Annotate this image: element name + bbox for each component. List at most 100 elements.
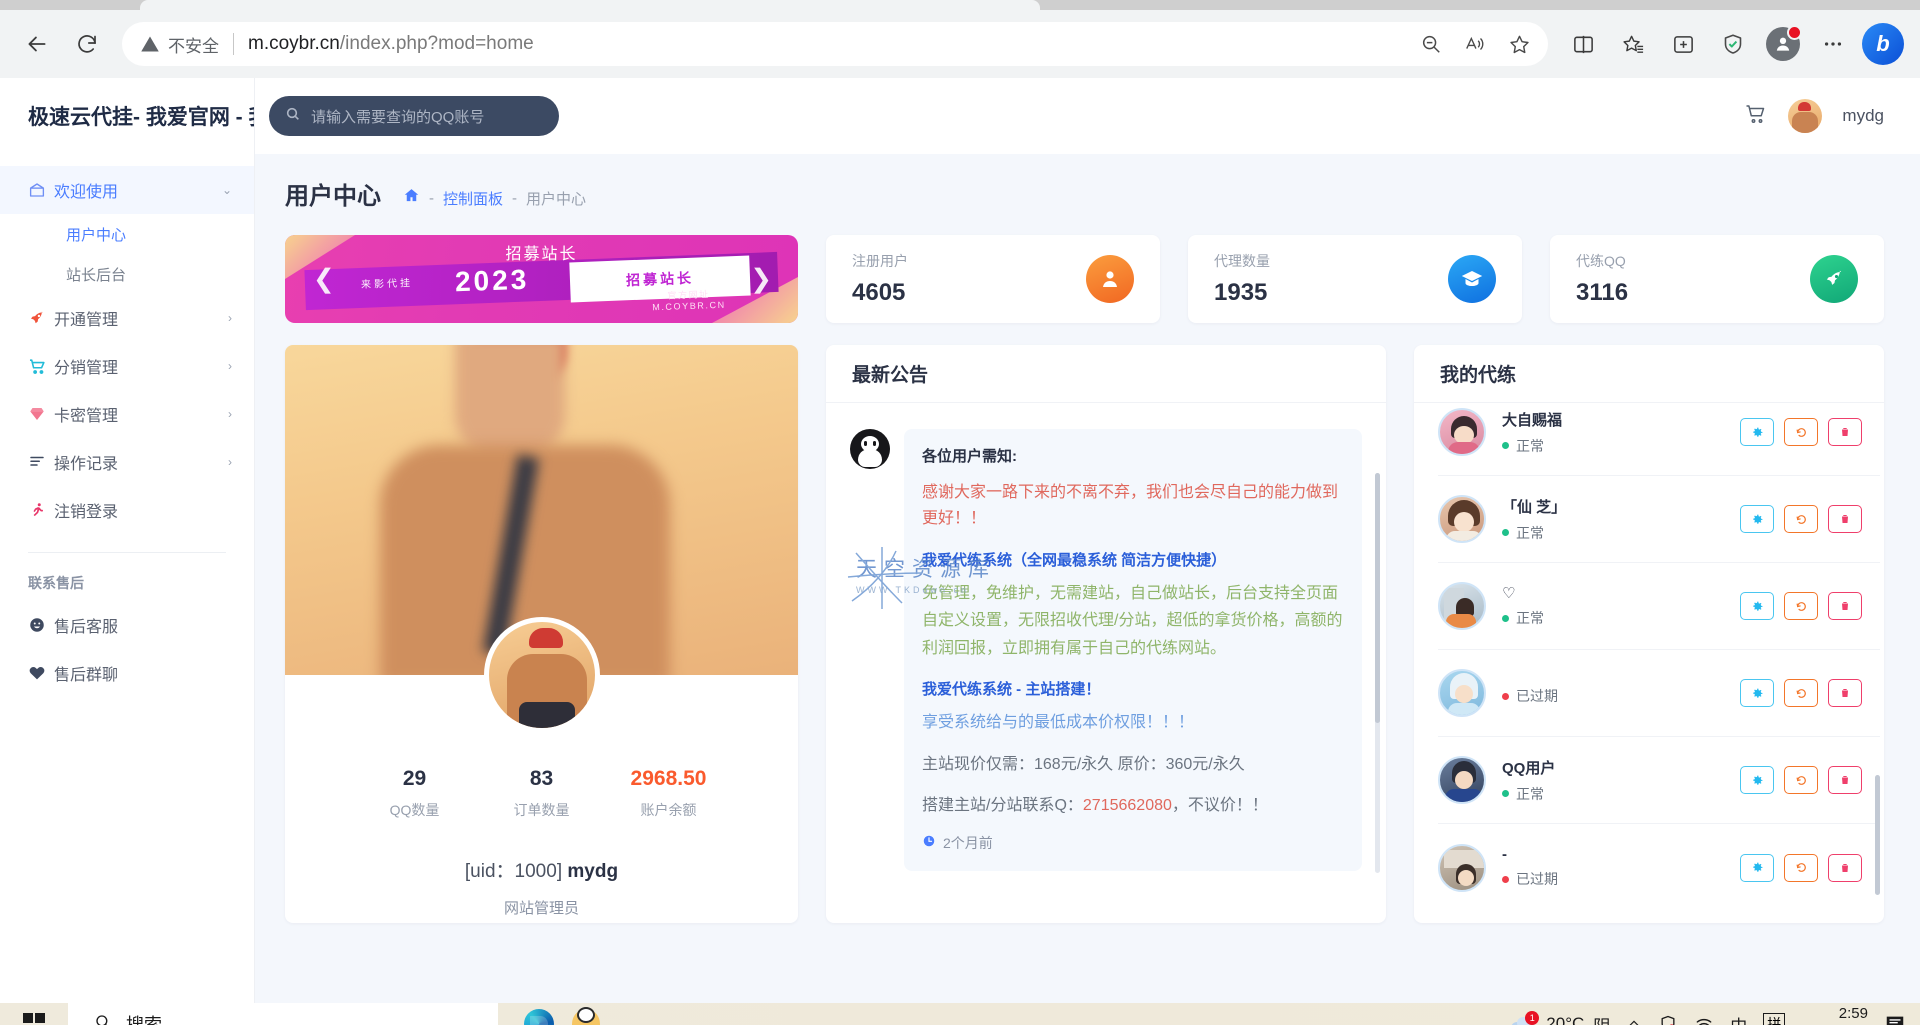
ime-mode-indicator[interactable]: 中 [1730,1012,1747,1025]
sidebar-item-support-service[interactable]: 售后客服 [0,601,254,649]
search-input[interactable]: 请输入需要查询的QQ账号 [311,106,484,127]
recruit-banner[interactable]: 招募站长 来影代挂 2023 招募站长 官方网址 M.COYBR.CN ❮ ❯ [285,235,798,323]
table-row[interactable]: 大自赐福 正常 [1438,389,1880,476]
gear-icon[interactable] [1740,766,1774,794]
url-host: m.coybr.cn [248,33,340,54]
active-tab[interactable] [140,0,1040,10]
trash-icon[interactable] [1828,766,1862,794]
address-bar[interactable]: 不安全 m.coybr.cn/index.php?mod=home [122,22,1548,66]
sidebar-subitem-label: 站长后台 [66,266,127,284]
reload-icon[interactable] [64,21,110,67]
banner-left-text: 来影代挂 [360,278,414,291]
zoom-out-icon[interactable] [1412,25,1450,63]
sidebar-item-label: 售后群聊 [54,667,119,684]
windows-start-icon[interactable] [0,1013,68,1025]
trainer-list-scrollbar[interactable] [1875,775,1880,895]
row-actions [1740,505,1862,533]
page-title: 用户中心 [285,183,381,210]
sidebar-subitem-user-center[interactable]: 用户中心 [0,214,254,254]
bing-icon[interactable]: b [1860,21,1906,67]
add-extension-icon[interactable] [1660,21,1706,67]
rocket-icon [1810,255,1858,303]
table-row[interactable]: QQ用户 正常 [1438,737,1880,824]
split-screen-icon[interactable] [1560,21,1606,67]
sidebar-item-welcome[interactable]: 欢迎使用 ⌄ [0,166,254,214]
weather-widget[interactable]: 1 20°C 阴 [1511,1011,1610,1025]
refresh-icon[interactable] [1784,592,1818,620]
table-row[interactable]: ♡ 正常 [1438,563,1880,650]
stat-label: 代理数量 [1214,253,1270,269]
table-row[interactable]: 已过期 [1438,650,1880,737]
network-icon[interactable] [1694,1014,1714,1025]
favorite-icon[interactable] [1500,25,1538,63]
profile-icon[interactable] [1760,21,1806,67]
gear-icon[interactable] [1740,418,1774,446]
announcement-time: 2个月前 [922,833,1344,853]
more-icon[interactable] [1810,21,1856,67]
url-text[interactable]: m.coybr.cn/index.php?mod=home [248,33,534,55]
profile-avatar[interactable] [483,617,600,733]
status-badge: 已过期 [1502,686,1724,706]
banner-prev-arrow-icon[interactable]: ❮ [313,264,335,295]
sidebar-subitem-admin-backend[interactable]: 站长后台 [0,254,254,294]
diamond-icon [28,405,54,423]
announcement-blue-text: 享受系统给与的最低成本价权限！！！ [922,714,1195,732]
refresh-icon[interactable] [1784,766,1818,794]
defender-icon[interactable] [1658,1014,1678,1025]
breadcrumb-item-dashboard[interactable]: 控制面板 [443,188,503,209]
refresh-icon[interactable] [1784,679,1818,707]
stat-card-registered-users: 注册用户 4605 [826,235,1160,323]
table-row[interactable]: 「仙 芝」 正常 [1438,476,1880,563]
gear-icon[interactable] [1740,679,1774,707]
gear-icon[interactable] [1740,592,1774,620]
ime-pinyin-indicator[interactable]: 拼 [1763,1013,1786,1025]
chevron-up-icon[interactable] [1626,1016,1642,1025]
cart-icon[interactable] [1744,102,1768,131]
cloud-icon: 1 [1511,1011,1540,1025]
breadcrumb-item-current: 用户中心 [526,190,587,208]
weather-badge: 1 [1525,1011,1540,1025]
sidebar-item-label: 欢迎使用 [54,184,119,201]
qq-icon[interactable] [572,1007,600,1025]
taskbar-clock[interactable]: 2:59 2023/9/22 [1801,1005,1868,1025]
refresh-icon[interactable] [1784,418,1818,446]
trash-icon[interactable] [1828,853,1862,882]
sidebar-item-activation[interactable]: 开通管理 › [0,294,254,342]
sidebar-item-support-group[interactable]: 售后群聊 [0,649,254,697]
announcement-scrollbar[interactable] [1375,473,1380,873]
avatar [1438,408,1486,456]
security-indicator[interactable]: 不安全 [140,32,219,57]
back-arrow-icon[interactable] [14,21,60,67]
gear-icon[interactable] [1740,505,1774,533]
sidebar-item-card-key[interactable]: 卡密管理 › [0,390,254,438]
collections-icon[interactable] [1610,21,1656,67]
uid-prefix: [uid： [464,861,515,882]
content-area: 请输入需要查询的QQ账号 mydg 用户中心 - 控制面板 - 用户中心 招募站… [255,78,1920,1003]
trash-icon[interactable] [1828,505,1862,533]
avatar [1438,582,1486,630]
trash-icon[interactable] [1828,418,1862,446]
trash-icon[interactable] [1828,679,1862,707]
trash-icon[interactable] [1828,592,1862,620]
weather-desc: 阴 [1593,1012,1610,1025]
taskbar-search[interactable]: 搜索 [68,1003,498,1025]
read-aloud-icon[interactable] [1456,25,1494,63]
sidebar-item-distribution[interactable]: 分销管理 › [0,342,254,390]
home-icon[interactable] [403,187,420,209]
table-row[interactable]: - 已过期 [1438,824,1880,911]
announcement-bubble: 各位用户需知: 感谢大家一路下来的不离不弃，我们也会尽自己的能力做到更好！！ 我… [904,429,1362,871]
status-badge: 正常 [1502,784,1724,804]
browser-essentials-icon[interactable] [1710,21,1756,67]
banner-next-arrow-icon[interactable]: ❯ [750,264,772,295]
notification-icon[interactable] [1884,1013,1906,1025]
refresh-icon[interactable] [1784,505,1818,533]
sidebar-item-operation-log[interactable]: 操作记录 › [0,438,254,486]
qq-search-box[interactable]: 请输入需要查询的QQ账号 [269,96,559,136]
uid-value: 1000 [514,861,557,882]
avatar[interactable] [1788,99,1823,133]
refresh-icon[interactable] [1784,853,1818,882]
chevron-right-icon: › [228,407,232,421]
gear-icon[interactable] [1740,853,1774,882]
sidebar-item-logout[interactable]: 注销登录 [0,486,254,534]
edge-icon[interactable] [524,1009,554,1025]
